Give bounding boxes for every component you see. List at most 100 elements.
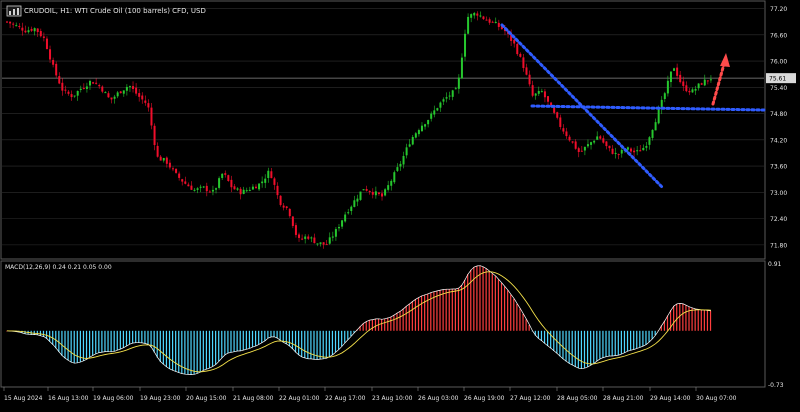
macd-histogram-bar [101,330,103,353]
macd-histogram-bar [673,305,675,331]
candle-body [119,91,122,94]
main-chart-panel[interactable]: 77.20 76.60 76.00 75.40 74.80 74.20 73.60 73.00… [0,0,796,260]
macd-histogram-bar [402,308,404,331]
candle-body [264,178,267,183]
chart-window[interactable]: 77.20 76.60 76.00 75.40 74.80 74.20 73.60 73.00… [0,0,800,408]
chart-svg[interactable]: 77.20 76.60 76.00 75.40 74.80 74.20 73.60 73.00… [0,0,800,408]
macd-histogram-bar [153,330,155,353]
candle-body [408,144,411,147]
candle-body [617,154,620,156]
macd-histogram-bar [67,330,69,361]
candle-body [454,88,457,90]
macd-histogram-bar [571,330,573,366]
candle-body [221,173,224,178]
candle-body [639,150,642,152]
candle-body [70,94,73,98]
candle-body [583,146,586,151]
candle-body [122,90,125,94]
candle-body [706,80,709,82]
candle-body [709,79,712,81]
candle-body [288,208,291,217]
macd-histogram-bar [82,330,85,361]
candle-body [307,236,310,239]
macd-histogram-bar [642,330,644,346]
macd-histogram-bar [141,330,143,343]
candle-body [242,189,245,194]
macd-histogram-bar [98,330,100,353]
candle-body [417,130,420,135]
candle-body [285,206,288,208]
candle-body [457,77,460,89]
candle-body [371,191,374,195]
candle-body [630,148,633,152]
candle-body [636,150,639,152]
candle-body [187,184,190,187]
candle-body [184,181,187,184]
candle-body [673,68,676,71]
macd-histogram-bar [411,301,413,331]
indicator-panel[interactable]: MACD(12,26,9) 0.24 0.21 0.05 0.00 0.91 -… [0,260,784,389]
current-price-label: 75.61 [769,76,786,83]
candle-body [679,74,682,83]
candle-body [657,108,660,124]
macd-histogram-bar [617,330,619,356]
candle-body [424,124,427,127]
macd-histogram-bar [344,330,346,343]
macd-histogram-bar [190,330,192,375]
time-tick-label: 16 Aug 13:00 [48,395,89,402]
macd-histogram-bar [577,330,579,369]
candle-body [543,91,546,98]
candle-body [64,89,67,91]
candle-body [651,129,654,138]
candle-body [178,173,181,178]
macd-histogram-bar [202,330,204,371]
candle-body [399,163,402,167]
macd-histogram-bar [700,309,702,331]
candle-body [276,185,279,196]
candle-body [488,19,491,23]
macd-histogram-bar [208,330,211,368]
time-tick-label: 19 Aug 23:00 [140,395,181,402]
candle-body [485,19,488,21]
candle-body [476,13,479,16]
candle-body [159,156,162,161]
macd-histogram-bar [138,330,140,343]
candle-body [420,125,423,132]
macd-histogram-bar [639,330,641,348]
candle-body [642,147,645,151]
candle-body [645,146,648,148]
macd-histogram-bar [175,330,177,372]
candle-body [676,67,679,76]
macd-histogram-bar [273,330,275,337]
candle-body [626,147,629,150]
candle-body [577,148,580,153]
candle-body [245,190,248,192]
macd-histogram-bar [251,330,254,347]
candle-body [669,71,672,83]
indicator-label: MACD(12,26,9) 0.24 0.21 0.05 0.00 [5,264,112,271]
candle-body [611,148,614,154]
macd-histogram-bar [245,330,247,350]
macd-histogram-bar [513,298,515,331]
candle-body [24,30,27,33]
time-tick-label: 15 Aug 2024 [4,395,43,402]
candle-body [384,189,387,196]
candle-body [464,33,467,57]
macd-histogram-bar [279,330,281,341]
candle-body [202,186,205,188]
macd-histogram-bar [706,310,709,331]
candle-body [377,192,380,195]
candle-body [359,191,362,200]
macd-histogram-bar [42,330,45,337]
macd-histogram-bar [387,317,389,331]
macd-histogram-bar [491,273,493,331]
candle-body [239,188,242,195]
candle-body [132,86,135,89]
macd-histogram-bar [236,330,238,351]
macd-histogram-bar [703,310,705,331]
candle-body [586,144,589,147]
macd-histogram-bar [221,330,223,358]
macd-histogram-bar [322,330,324,359]
macd-histogram-bar [476,265,478,331]
candle-body [427,120,430,125]
